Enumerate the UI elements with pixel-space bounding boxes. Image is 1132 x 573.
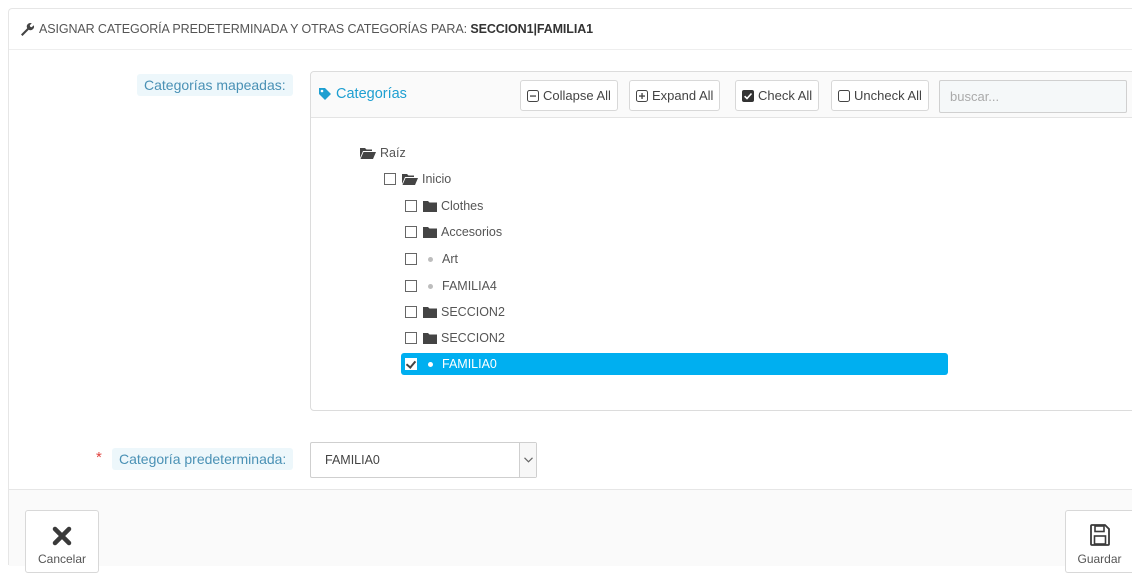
panel-title-target: SECCION1|FAMILIA1: [470, 22, 593, 36]
tree-node-accesorios[interactable]: Accesorios: [405, 221, 502, 243]
minus-square-icon: [527, 89, 539, 102]
plus-square-icon: [636, 89, 648, 102]
folder-open-icon: [402, 174, 418, 185]
tree-node-checkbox[interactable]: [405, 226, 417, 238]
collapse-all-label: Collapse All: [543, 88, 611, 103]
folder-open-icon: [360, 148, 376, 159]
tree-node-checkbox[interactable]: [405, 358, 417, 370]
folder-icon: [423, 333, 437, 344]
check-all-button[interactable]: Check All: [735, 80, 820, 111]
leaf-dot-icon: [428, 283, 433, 289]
tree-node-label: FAMILIA0: [442, 357, 497, 371]
tree-node-familia4[interactable]: FAMILIA4: [405, 275, 497, 297]
tree-node-label: FAMILIA4: [442, 279, 497, 293]
check-all-label: Check All: [758, 88, 813, 103]
tree-node-clothes[interactable]: Clothes: [405, 195, 483, 217]
tree-node-checkbox[interactable]: [405, 200, 417, 212]
collapse-all-button[interactable]: Collapse All: [520, 80, 618, 111]
tree-node-seccion2[interactable]: SECCION2: [405, 301, 505, 323]
tree-node-label: Clothes: [441, 199, 484, 213]
expand-all-label: Expand All: [652, 88, 714, 103]
folder-icon: [423, 201, 437, 212]
wrench-icon: [21, 23, 34, 36]
default-category-label: Categoría predeterminada:: [112, 448, 294, 470]
tree-node-label: SECCION2: [441, 331, 505, 345]
cancel-label: Cancelar: [37, 552, 87, 566]
tree-node-label: Art: [442, 252, 458, 266]
tree-node-checkbox[interactable]: [405, 306, 417, 318]
tree-node-label: Raíz: [380, 146, 406, 160]
cancel-button[interactable]: Cancelar: [25, 510, 99, 573]
default-category-value: FAMILIA0: [325, 453, 380, 467]
tree-node-label: SECCION2: [441, 305, 505, 319]
panel-title-prefix: ASIGNAR CATEGORÍA PREDETERMINADA Y OTRAS…: [39, 22, 471, 36]
panel-title: ASIGNAR CATEGORÍA PREDETERMINADA Y OTRAS…: [39, 22, 593, 36]
folder-icon: [423, 307, 437, 318]
close-icon: [52, 526, 72, 546]
chevron-down-icon: [519, 443, 536, 477]
tree-toolbar: Categorías Collapse All Expand All Check…: [311, 72, 1132, 118]
tree-node-label: Inicio: [422, 172, 452, 186]
leaf-dot-icon: [428, 256, 433, 262]
tree-node-checkbox[interactable]: [405, 253, 417, 265]
tree-node-checkbox[interactable]: [405, 280, 417, 292]
save-label: Guardar: [1077, 552, 1122, 566]
tree-node-seccion2-b[interactable]: SECCION2: [405, 327, 505, 349]
uncheck-all-label: Uncheck All: [854, 88, 922, 103]
check-square-icon: [742, 89, 754, 102]
tree-title-label: Categorías: [336, 86, 407, 102]
category-assignment-panel: ASIGNAR CATEGORÍA PREDETERMINADA Y OTRAS…: [8, 8, 1132, 573]
tree-node-checkbox[interactable]: [405, 332, 417, 344]
tree-node-label: Accesorios: [441, 225, 503, 239]
tree-node-checkbox[interactable]: [384, 173, 396, 185]
leaf-dot-icon: [428, 361, 433, 367]
floppy-disk-icon: [1089, 524, 1110, 546]
empty-square-icon: [838, 89, 850, 102]
panel-header: ASIGNAR CATEGORÍA PREDETERMINADA Y OTRAS…: [9, 9, 1132, 50]
save-button[interactable]: Guardar: [1065, 510, 1132, 573]
tree-node-raiz[interactable]: Raíz: [360, 142, 406, 164]
default-category-select[interactable]: FAMILIA0: [310, 442, 537, 478]
tree-node-art[interactable]: Art: [405, 248, 458, 270]
category-tree-panel: Categorías Collapse All Expand All Check…: [310, 71, 1132, 411]
required-asterisk: *: [96, 449, 102, 466]
mapped-categories-label: Categorías mapeadas:: [137, 74, 293, 96]
tree-node-familia0[interactable]: FAMILIA0: [401, 353, 948, 375]
category-search-input[interactable]: [939, 80, 1127, 113]
tag-icon: [319, 88, 331, 100]
uncheck-all-button[interactable]: Uncheck All: [831, 80, 929, 111]
panel-footer: Cancelar Guardar: [9, 489, 1132, 573]
folder-icon: [423, 227, 437, 238]
tree-title: Categorías: [318, 86, 407, 102]
tree-node-inicio[interactable]: Inicio: [384, 168, 451, 190]
expand-all-button[interactable]: Expand All: [629, 80, 721, 111]
